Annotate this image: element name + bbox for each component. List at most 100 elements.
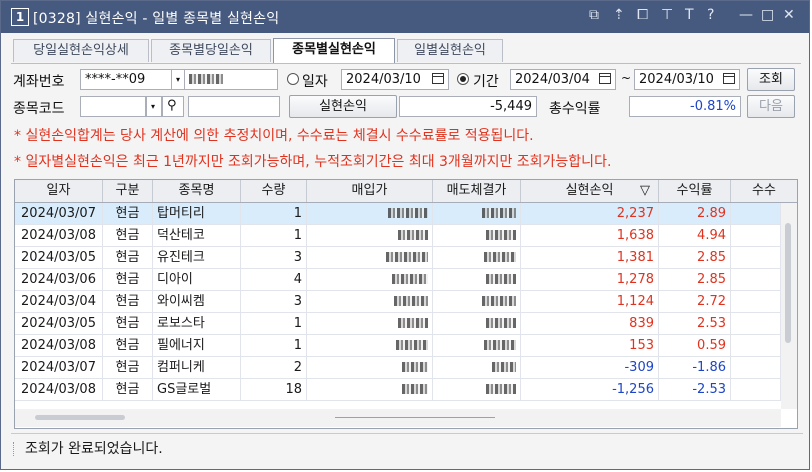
cell-qty: 1: [241, 203, 307, 224]
account-dropdown-button[interactable]: ▾: [171, 69, 185, 90]
query-button[interactable]: 조회: [747, 68, 795, 91]
masked-price: [484, 252, 516, 262]
calendar-icon[interactable]: [599, 73, 611, 84]
cell-qty: 2: [241, 357, 307, 378]
period-from-field[interactable]: 2024/03/04: [510, 69, 616, 90]
cell-type: 현금: [103, 291, 153, 312]
masked-account-name: [189, 74, 223, 84]
stock-search-button[interactable]: ⚲: [162, 96, 184, 117]
date-radio[interactable]: [287, 73, 299, 85]
col-date[interactable]: 일자: [15, 180, 103, 202]
tab-stock-today-pnl[interactable]: 종목별당일손익: [151, 39, 271, 62]
col-type[interactable]: 구분: [103, 180, 153, 202]
period-to-field[interactable]: 2024/03/10: [634, 69, 740, 90]
stock-name-field: [188, 96, 280, 117]
pin-icon[interactable]: ⇡: [613, 7, 625, 23]
table-row[interactable]: 2024/03/08 현금 GS글로벌 18 -1,256 -2.53: [15, 379, 797, 401]
cell-qty: 4: [241, 269, 307, 290]
col-realized-pnl[interactable]: 실현손익 ▽: [521, 180, 659, 202]
date-radio-label: 일자: [302, 74, 328, 90]
font-size-icon[interactable]: T: [685, 7, 694, 23]
stock-code-field[interactable]: [80, 96, 146, 117]
cell-qty: 18: [241, 379, 307, 400]
tab-today-realized-detail[interactable]: 당일실현손익상세: [13, 39, 149, 62]
horizontal-scroll-thumb[interactable]: [35, 415, 125, 420]
cell-stock-name: 컴퍼니케: [153, 357, 241, 378]
window-title: [0328] 실현손익 - 일별 종목별 실현손익: [33, 11, 280, 27]
table-row[interactable]: 2024/03/07 현금 컴퍼니케 2 -309 -1.86: [15, 357, 797, 379]
restore-screen-icon[interactable]: ⧠: [637, 7, 648, 23]
cell-fee: [731, 313, 781, 334]
col-sell-price[interactable]: 매도체결가: [433, 180, 521, 202]
cell-date: 2024/03/08: [15, 335, 103, 356]
notice-estimate: * 실현손익합계는 당사 계산에 의한 추정치이며, 수수료는 체결시 수수료률…: [14, 128, 534, 144]
link-screen-icon[interactable]: ⧉: [589, 7, 599, 23]
status-grip-icon: [13, 442, 17, 456]
stock-code-dropdown[interactable]: ▾: [146, 96, 162, 117]
chevron-down-icon: ▾: [151, 102, 156, 111]
table-row[interactable]: 2024/03/08 현금 필에너지 1 153 0.59: [15, 335, 797, 357]
masked-price: [486, 384, 516, 394]
table-row[interactable]: 2024/03/07 현금 탑머티리 1 2,237 2.89: [15, 203, 797, 225]
cell-realized-pnl: -309: [521, 357, 659, 378]
cell-realized-pnl: 1,638: [521, 225, 659, 246]
col-qty[interactable]: 수량: [241, 180, 307, 202]
calendar-icon[interactable]: [723, 73, 735, 84]
notice-query-range: * 일자별실현손익은 최근 1년까지만 조회가능하며, 누적조회기간은 최대 3…: [14, 154, 612, 170]
cell-date: 2024/03/08: [15, 225, 103, 246]
col-buy-price[interactable]: 매입가: [307, 180, 433, 202]
vertical-scrollbar[interactable]: [781, 203, 797, 409]
table-row[interactable]: 2024/03/05 현금 유진테크 3 1,381 2.85: [15, 247, 797, 269]
cell-realized-pnl: 2,237: [521, 203, 659, 224]
cell-realized-pnl: 1,278: [521, 269, 659, 290]
cell-buy-price: [307, 313, 433, 334]
realized-pnl-table: 일자 구분 종목명 수량 매입가 매도체결가 실현손익 ▽ 수익률 수수 202…: [14, 179, 798, 429]
cell-sell-price: [433, 247, 521, 268]
col-fee[interactable]: 수수: [731, 180, 797, 202]
cell-return: 2.85: [659, 269, 731, 290]
table-row[interactable]: 2024/03/04 현금 와이씨켐 3 1,124 2.72: [15, 291, 797, 313]
help-icon[interactable]: ?: [707, 7, 714, 23]
period-radio[interactable]: [457, 73, 469, 85]
table-row[interactable]: 2024/03/05 현금 로보스타 1 839 2.53: [15, 313, 797, 335]
cell-stock-name: 로보스타: [153, 313, 241, 334]
masked-price: [484, 340, 516, 350]
calendar-icon[interactable]: [432, 73, 444, 84]
cell-stock-name: 디아이: [153, 269, 241, 290]
table-row[interactable]: 2024/03/06 현금 디아이 4 1,278 2.85: [15, 269, 797, 291]
cell-fee: [731, 269, 781, 290]
cell-type: 현금: [103, 203, 153, 224]
horizontal-scrollbar[interactable]: [15, 409, 781, 427]
stock-code-label: 종목코드: [13, 101, 65, 117]
masked-price: [388, 208, 428, 218]
col-name[interactable]: 종목명: [153, 180, 241, 202]
table-row[interactable]: 2024/03/08 현금 덕산테코 1 1,638 4.94: [15, 225, 797, 247]
account-number-field[interactable]: ****-**09: [80, 69, 172, 90]
next-button[interactable]: 다음: [747, 95, 795, 118]
tab-stock-realized-pnl[interactable]: 종목별실현손익: [273, 38, 395, 63]
col-return[interactable]: 수익률: [659, 180, 731, 202]
cell-fee: [731, 225, 781, 246]
vertical-scroll-thumb[interactable]: [785, 223, 791, 343]
cell-type: 현금: [103, 247, 153, 268]
masked-price: [492, 362, 516, 372]
close-icon[interactable]: ✕: [783, 7, 795, 23]
minimize-icon[interactable]: —: [739, 7, 753, 23]
window-number-badge: 1: [11, 8, 29, 26]
cell-sell-price: [433, 379, 521, 400]
cell-fee: [731, 291, 781, 312]
cell-buy-price: [307, 357, 433, 378]
total-return-label: 총수익률: [549, 101, 601, 117]
account-label: 계좌번호: [13, 74, 65, 90]
topmost-icon[interactable]: ⊤: [661, 7, 673, 23]
maximize-icon[interactable]: □: [761, 7, 774, 23]
cell-sell-price: [433, 335, 521, 356]
cell-fee: [731, 203, 781, 224]
cell-sell-price: [433, 203, 521, 224]
tab-daily-realized-pnl[interactable]: 일별실현손익: [397, 39, 503, 62]
cell-return: -1.86: [659, 357, 731, 378]
title-bar[interactable]: 1 [0328] 실현손익 - 일별 종목별 실현손익 ⧉ ⇡ ⧠ ⊤ T ? …: [1, 1, 809, 33]
cell-return: 2.72: [659, 291, 731, 312]
date-field[interactable]: 2024/03/10: [341, 69, 449, 90]
masked-price: [402, 384, 428, 394]
